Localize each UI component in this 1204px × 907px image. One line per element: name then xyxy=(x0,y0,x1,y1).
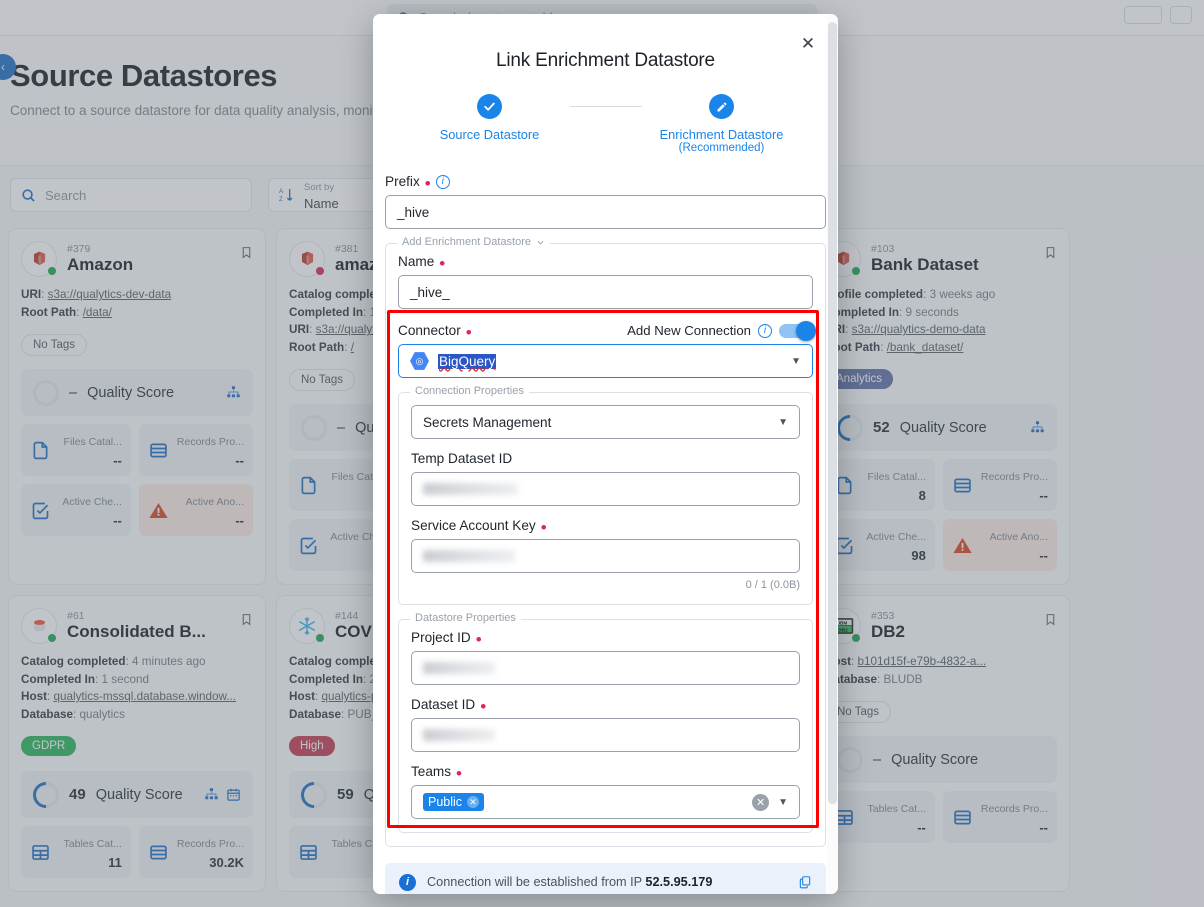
masked-value xyxy=(423,483,518,495)
info-icon[interactable]: i xyxy=(758,324,772,338)
team-chip-label: Public xyxy=(428,795,462,809)
masked-value xyxy=(423,550,515,562)
connector-label-row: Connector • Add New Connection i xyxy=(398,323,813,338)
service-account-key-label-row: Service Account Key • xyxy=(411,518,800,533)
connector-select[interactable]: ◎ BigQuery ▼ xyxy=(398,344,813,378)
modal-scrollbar-track[interactable] xyxy=(827,14,838,894)
bigquery-icon: ◎ xyxy=(410,352,429,371)
connector-label: Connector xyxy=(398,323,461,338)
project-id-label-row: Project ID • xyxy=(411,630,800,645)
connector-value: BigQuery xyxy=(438,354,496,369)
teams-label-row: Teams • xyxy=(411,764,800,779)
connection-properties-legend: Connection Properties xyxy=(410,385,529,397)
service-account-key-input[interactable] xyxy=(411,539,800,573)
ip-notice: i Connection will be established from IP… xyxy=(385,863,826,894)
check-icon xyxy=(477,94,502,119)
teams-select[interactable]: Public ✕ ✕ ▼ xyxy=(411,785,800,819)
group-legend[interactable]: Add Enrichment Datastore xyxy=(397,236,550,248)
name-input[interactable]: _hive_ xyxy=(398,275,813,309)
masked-value xyxy=(423,662,495,674)
stepper-connector-line xyxy=(570,106,642,107)
datastore-properties-legend: Datastore Properties xyxy=(410,612,521,624)
step-enrichment-datastore[interactable]: Enrichment Datastore (Recommended) xyxy=(642,94,802,154)
prefix-input[interactable]: _hive xyxy=(385,195,826,229)
secrets-management-select[interactable]: Secrets Management ▼ xyxy=(411,405,800,439)
secrets-management-value: Secrets Management xyxy=(423,415,551,430)
step-label: Enrichment Datastore xyxy=(642,127,802,142)
temp-dataset-id-input[interactable] xyxy=(411,472,800,506)
dataset-id-label-row: Dataset ID • xyxy=(411,697,800,712)
teams-field: Teams • Public ✕ ✕ ▼ xyxy=(411,764,800,819)
connector-label-wrap: Connector • xyxy=(398,323,472,338)
ip-address: 52.5.95.179 xyxy=(645,875,712,889)
dataset-id-input[interactable] xyxy=(411,718,800,752)
add-new-connection-label: Add New Connection xyxy=(627,323,751,338)
clear-all-icon[interactable]: ✕ xyxy=(752,794,769,811)
chevron-down-icon[interactable]: ▼ xyxy=(778,417,788,428)
step-sublabel: (Recommended) xyxy=(642,142,802,154)
ip-notice-text: Connection will be established from IP 5… xyxy=(427,875,712,889)
datastore-properties-group: Datastore Properties Project ID • Datase… xyxy=(398,619,813,833)
connection-properties-group: Connection Properties Secrets Management… xyxy=(398,392,813,605)
chevron-down-icon[interactable]: ▼ xyxy=(778,797,788,808)
group-legend-text: Add Enrichment Datastore xyxy=(402,236,531,248)
close-icon[interactable]: ✕ xyxy=(467,796,479,808)
service-account-key-field: Service Account Key • 0 / 1 (0.0B) xyxy=(411,518,800,591)
prefix-label-row: Prefix • i xyxy=(385,174,826,189)
project-id-label: Project ID xyxy=(411,630,471,645)
add-new-connection-toggle[interactable] xyxy=(779,324,813,338)
step-label: Source Datastore xyxy=(410,127,570,142)
teams-label: Teams xyxy=(411,764,451,779)
add-enrichment-datastore-group: Add Enrichment Datastore Name • _hive_ xyxy=(385,243,826,847)
add-new-connection-control[interactable]: Add New Connection i xyxy=(627,323,813,338)
temp-dataset-id-field: Temp Dataset ID xyxy=(411,451,800,506)
close-icon[interactable]: ✕ xyxy=(798,34,818,54)
info-icon[interactable]: i xyxy=(436,175,450,189)
dataset-id-label: Dataset ID xyxy=(411,697,475,712)
chevron-down-icon[interactable] xyxy=(536,238,545,247)
connector-field: Connector • Add New Connection i ◎ BigQu… xyxy=(398,323,813,378)
temp-dataset-id-label: Temp Dataset ID xyxy=(411,451,800,466)
wizard-stepper: Source Datastore Enrichment Datastore (R… xyxy=(385,94,826,154)
ip-notice-prefix: Connection will be established from IP xyxy=(427,875,645,889)
project-id-input[interactable] xyxy=(411,651,800,685)
dataset-id-field: Dataset ID • xyxy=(411,697,800,752)
pencil-icon xyxy=(709,94,734,119)
service-account-key-label: Service Account Key xyxy=(411,518,536,533)
info-icon: i xyxy=(399,874,416,891)
chevron-down-icon[interactable]: ▼ xyxy=(791,356,801,367)
step-source-datastore[interactable]: Source Datastore xyxy=(410,94,570,142)
prefix-field: Prefix • i _hive xyxy=(385,174,826,229)
name-field: Name • _hive_ xyxy=(398,254,813,309)
copy-icon[interactable] xyxy=(798,875,812,889)
project-id-field: Project ID • xyxy=(411,630,800,685)
toggle-knob xyxy=(796,321,816,341)
modal-scrollbar-thumb[interactable] xyxy=(828,22,837,804)
file-counter: 0 / 1 (0.0B) xyxy=(411,579,800,591)
name-label: Name xyxy=(398,254,434,269)
modal-scroll-area: ✕ Link Enrichment Datastore Source Datas… xyxy=(373,14,838,894)
masked-value xyxy=(423,729,495,741)
prefix-label: Prefix xyxy=(385,174,420,189)
team-chip[interactable]: Public ✕ xyxy=(423,793,484,811)
dialog-title: Link Enrichment Datastore xyxy=(385,14,826,72)
link-enrichment-datastore-dialog: ✕ Link Enrichment Datastore Source Datas… xyxy=(373,14,838,894)
name-label-row: Name • xyxy=(398,254,813,269)
